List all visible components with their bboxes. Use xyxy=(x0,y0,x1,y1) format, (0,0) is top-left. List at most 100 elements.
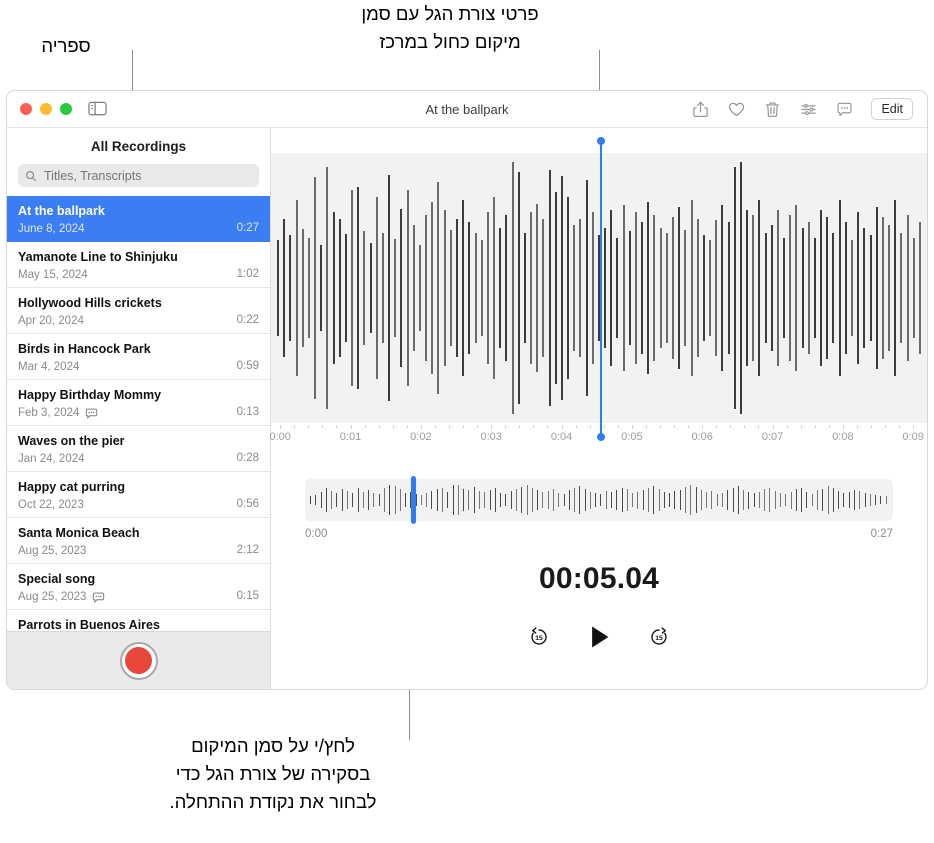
timeline-minor-tick xyxy=(787,425,788,428)
timeline-minor-tick xyxy=(449,425,450,428)
recording-duration: 0:13 xyxy=(237,406,259,418)
timeline-minor-tick xyxy=(688,425,689,428)
recording-date: Feb 3, 2024 xyxy=(18,406,79,420)
recording-title: Waves on the pier xyxy=(18,433,259,449)
timeline-tick-label: 0:07 xyxy=(762,431,783,443)
record-button[interactable] xyxy=(120,642,158,680)
timeline-minor-tick xyxy=(463,425,464,428)
recording-subtitle: June 8, 2024 xyxy=(18,222,259,236)
timeline-minor-tick xyxy=(576,425,577,428)
timeline-minor-tick xyxy=(308,425,309,428)
timeline-minor-tick xyxy=(505,425,506,428)
recording-subtitle: Oct 22, 2023 xyxy=(18,498,259,512)
recording-date: Aug 25, 2023 xyxy=(18,544,86,558)
list-item[interactable]: Yamanote Line to Shinjuku May 15, 2024 1:0… xyxy=(7,242,270,288)
recording-duration: 1:02 xyxy=(237,268,259,280)
enhance-icon[interactable] xyxy=(799,100,818,119)
timeline-tick-label: 0:09 xyxy=(903,431,924,443)
timeline-minor-tick xyxy=(730,425,731,428)
timeline-minor-tick xyxy=(547,425,548,428)
list-item[interactable]: Santa Monica Beach Aug 25, 2023 2:12 xyxy=(7,518,270,564)
waveform-detail-bars xyxy=(271,153,927,423)
list-item[interactable]: Waves on the pier Jan 24, 2024 0:28 xyxy=(7,426,270,472)
list-item[interactable]: Birds in Hancock Park Mar 4, 2024 0:59 xyxy=(7,334,270,380)
library-sidebar: All Recordings At the ballpark June 8, 20… xyxy=(7,128,271,689)
timeline-minor-tick xyxy=(604,425,605,428)
playhead-marker[interactable] xyxy=(600,141,602,437)
list-item[interactable]: At the ballpark June 8, 2024 0:27 xyxy=(7,196,270,242)
timeline-minor-tick xyxy=(829,425,830,428)
overview-scrubber-handle[interactable] xyxy=(411,476,416,524)
timeline-minor-tick xyxy=(871,425,872,428)
svg-text:15: 15 xyxy=(655,635,663,642)
timeline-tick-label: 0:05 xyxy=(621,431,642,443)
minimize-window-button[interactable] xyxy=(40,103,52,115)
recordings-list[interactable]: At the ballpark June 8, 2024 0:27 Yamanote … xyxy=(7,196,270,631)
play-button[interactable] xyxy=(584,622,614,652)
recording-title: Parrots in Buenos Aires xyxy=(18,617,259,631)
timeline-minor-tick xyxy=(815,425,816,428)
timeline-tick-label: 0:06 xyxy=(691,431,712,443)
recording-subtitle: Jan 24, 2024 xyxy=(18,452,259,466)
trash-icon[interactable] xyxy=(763,100,782,119)
timeline-tick xyxy=(702,425,703,429)
recording-date: Mar 4, 2024 xyxy=(18,360,79,374)
favorite-icon[interactable] xyxy=(727,100,746,119)
timeline-tick xyxy=(773,425,774,429)
recording-subtitle: Aug 25, 2023 xyxy=(18,590,259,604)
recording-subtitle: May 15, 2024 xyxy=(18,268,259,282)
skip-forward-15-button[interactable]: 15 xyxy=(648,626,670,648)
recording-duration: 0:59 xyxy=(237,360,259,372)
record-bar xyxy=(7,631,270,689)
callout-scrubber: לחץ/י על סמן המיקום בסקירה של צורת הגל כ… xyxy=(128,732,418,816)
recording-title: Happy cat purring xyxy=(18,479,259,495)
timeline-tick-label: 0:03 xyxy=(480,431,501,443)
zoom-window-button[interactable] xyxy=(60,103,72,115)
recording-date: May 15, 2024 xyxy=(18,268,88,282)
search-box[interactable] xyxy=(18,164,259,187)
edit-button[interactable]: Edit xyxy=(871,98,913,120)
recording-title: Happy Birthday Mommy xyxy=(18,387,259,403)
waveform-detail[interactable] xyxy=(271,153,927,423)
recording-duration: 0:28 xyxy=(237,452,259,464)
recording-date: Jan 24, 2024 xyxy=(18,452,85,466)
recording-date: June 8, 2024 xyxy=(18,222,85,236)
timeline-minor-tick xyxy=(365,425,366,428)
timeline-tick-label: 0:00 xyxy=(269,431,290,443)
list-item[interactable]: Happy Birthday Mommy Feb 3, 2024 0:13 xyxy=(7,380,270,426)
list-item[interactable]: Special song Aug 25, 2023 0:15 xyxy=(7,564,270,610)
recording-duration: 0:22 xyxy=(237,314,259,326)
list-item[interactable]: Parrots in Buenos Aires xyxy=(7,610,270,631)
recording-date: Aug 25, 2023 xyxy=(18,590,86,604)
sidebar-toggle-icon[interactable] xyxy=(88,102,107,117)
waveform-overview[interactable] xyxy=(305,479,893,521)
transcript-icon[interactable] xyxy=(835,100,854,119)
skip-back-15-button[interactable]: 15 xyxy=(528,626,550,648)
timeline-minor-tick xyxy=(674,425,675,428)
sidebar-header: All Recordings xyxy=(7,128,270,160)
list-item[interactable]: Hollywood Hills crickets Apr 20, 2024 0:22 xyxy=(7,288,270,334)
timeline-minor-tick xyxy=(801,425,802,428)
timeline-minor-tick xyxy=(322,425,323,428)
traffic-lights xyxy=(7,103,72,115)
timeline-tick xyxy=(280,425,281,429)
overview-time-labels: 0:00 0:27 xyxy=(305,521,893,540)
timeline-tick xyxy=(843,425,844,429)
search-input[interactable] xyxy=(42,168,252,184)
list-item[interactable]: Happy cat purring Oct 22, 2023 0:56 xyxy=(7,472,270,518)
share-icon[interactable] xyxy=(691,100,710,119)
current-time-display: 00:05.04 xyxy=(271,562,927,596)
close-window-button[interactable] xyxy=(20,103,32,115)
svg-text:15: 15 xyxy=(535,635,543,642)
timeline-tick-label: 0:02 xyxy=(410,431,431,443)
timeline-minor-tick xyxy=(407,425,408,428)
callout-leader-scrubber xyxy=(409,690,410,740)
timeline-minor-tick xyxy=(660,425,661,428)
recording-date: Oct 22, 2023 xyxy=(18,498,84,512)
timeline-tick xyxy=(421,425,422,429)
timeline-tick xyxy=(562,425,563,429)
waveform-overview-bars xyxy=(305,479,893,521)
timeline-tick xyxy=(913,425,914,429)
timeline-minor-tick xyxy=(379,425,380,428)
search-icon xyxy=(25,170,37,182)
